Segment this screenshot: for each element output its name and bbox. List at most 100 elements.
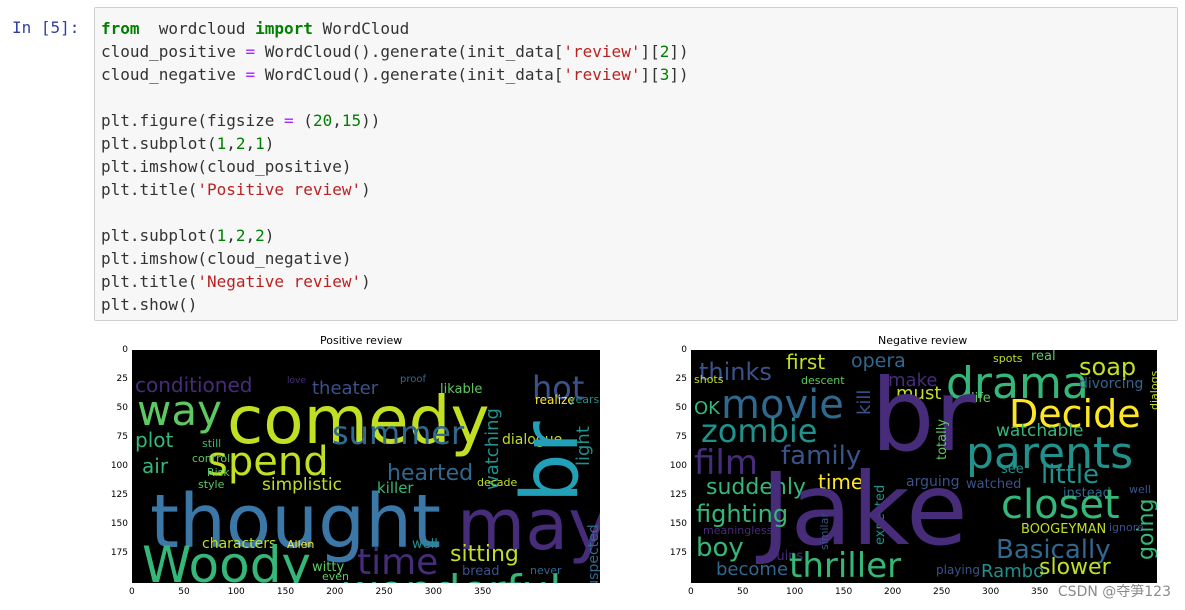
wordcloud-word: Woody: [142, 536, 312, 583]
code-token: 'review': [563, 65, 641, 84]
x-tick-label: 350: [474, 587, 492, 597]
code-token: ][: [640, 42, 660, 61]
code-token: ]): [669, 42, 689, 61]
code-token: ): [264, 134, 275, 153]
code-cell[interactable]: from wordcloud import WordCloud cloud_po…: [94, 7, 1178, 321]
wordcloud-image: thinks first opera spots real soap shots descen…: [691, 350, 1157, 583]
plot-title: Positive review: [320, 334, 403, 347]
code-token: 2: [235, 226, 246, 245]
x-tick-label: 150: [276, 587, 295, 597]
wordcloud-word: fighting: [696, 500, 789, 528]
y-tick-label: 50: [116, 403, 128, 413]
x-tick-label: 100: [786, 587, 804, 597]
code-token: ): [264, 226, 275, 245]
wordcloud-word: Jake: [761, 451, 968, 568]
wordcloud-word: become: [716, 559, 789, 580]
code-token: plt.subplot(: [101, 226, 217, 245]
code-token: 2: [255, 226, 265, 245]
x-tick-label: 250: [933, 587, 951, 597]
x-tick-label: 150: [835, 587, 853, 597]
code-token: plt.title(: [101, 272, 198, 291]
wordcloud-word: never: [530, 564, 562, 577]
y-tick-label: 125: [669, 490, 687, 500]
code-editor[interactable]: from wordcloud import WordCloud cloud_po…: [101, 17, 689, 316]
output-area: Positive review conditioned theater proof l…: [94, 328, 1185, 610]
wordcloud-word: dialogs: [1148, 370, 1157, 410]
code-token: 15: [341, 111, 362, 130]
code-token: from: [101, 19, 140, 38]
code-token: WordCloud().generate(init_data[: [255, 65, 564, 84]
x-tick-label: 50: [178, 587, 190, 597]
wordcloud-word: playing: [936, 563, 980, 577]
code-token: WordCloud: [312, 19, 410, 38]
y-tick-label: 175: [110, 548, 128, 558]
y-tick-label: 150: [110, 519, 128, 529]
code-token: 'Negative review': [197, 272, 362, 291]
x-tick-label: 350: [1031, 587, 1049, 597]
x-tick-label: 50: [737, 587, 749, 597]
wordcloud-word: control: [192, 452, 231, 465]
x-tick-label: 0: [688, 587, 694, 597]
code-token: ]): [669, 65, 689, 84]
y-tick-label: 100: [669, 461, 687, 471]
y-tick-label: 100: [110, 461, 128, 471]
code-token: WordCloud().generate(init_data[: [255, 42, 564, 61]
y-tick-label: 50: [675, 403, 687, 413]
x-tick-label: 0: [129, 587, 135, 597]
cell-prompt: In [5]:: [12, 18, 80, 37]
plot-title: Negative review: [878, 334, 968, 347]
y-tick-label: 75: [675, 432, 687, 442]
wordcloud-word: wonderful: [342, 570, 561, 584]
watermark: CSDN @夺笋123: [1057, 584, 1171, 600]
x-tick-label: 250: [375, 587, 393, 597]
code-token: ,: [226, 226, 236, 245]
x-tick-label: 300: [424, 587, 442, 597]
wordcloud-word: shots: [694, 373, 724, 386]
code-token: plt.show(): [101, 295, 198, 314]
code-token: wordcloud: [139, 19, 256, 38]
code-token: =: [245, 65, 256, 84]
code-token: ][: [640, 65, 660, 84]
y-tick-label: 175: [669, 548, 687, 558]
code-token: plt.subplot(: [101, 134, 217, 153]
wordcloud-word: suspected: [586, 524, 600, 583]
code-token: ,: [245, 226, 256, 245]
wordcloud-word: divorcing: [1079, 376, 1144, 392]
code-token: =: [245, 42, 256, 61]
code-token: 'Positive review': [197, 180, 362, 199]
wordcloud-word: boy: [696, 533, 744, 563]
code-token: 1: [255, 134, 265, 153]
y-tick-label: 150: [669, 519, 687, 529]
y-tick-label: 0: [681, 345, 687, 355]
y-tick-label: 0: [122, 345, 128, 355]
code-token: 3: [659, 65, 670, 84]
y-tick-label: 75: [116, 432, 128, 442]
code-token: 'review': [563, 42, 641, 61]
code-token: plt.figure(figsize: [101, 111, 285, 130]
code-token: 1: [216, 134, 227, 153]
code-token: plt.imshow(cloud_positive): [101, 157, 352, 176]
code-token: 20: [312, 111, 333, 130]
code-token: )): [361, 111, 381, 130]
wordcloud-word: sitting: [450, 542, 519, 567]
wordcloud-word: first: [786, 350, 826, 374]
code-token: 2: [659, 42, 670, 61]
code-token: cloud_positive: [101, 42, 246, 61]
wordcloud-word: see: [1001, 462, 1024, 477]
code-token: ,: [226, 134, 236, 153]
wordcloud-word: closet: [1001, 482, 1120, 528]
wordcloud-word: well: [1129, 483, 1151, 496]
wordcloud-word: Risk: [207, 466, 230, 479]
code-token: ,: [332, 111, 342, 130]
y-tick-label: 25: [116, 374, 128, 384]
y-tick-label: 125: [110, 490, 128, 500]
code-token: (: [293, 111, 313, 130]
code-token: import: [255, 19, 313, 38]
wordcloud-word: thriller: [789, 546, 902, 583]
code-token: 2: [235, 134, 246, 153]
wordcloud-word: years: [569, 393, 600, 406]
code-token: plt.imshow(cloud_negative): [101, 249, 352, 268]
code-token: plt.title(: [101, 180, 198, 199]
code-token: cloud_negative: [101, 65, 246, 84]
x-tick-label: 100: [227, 587, 245, 597]
